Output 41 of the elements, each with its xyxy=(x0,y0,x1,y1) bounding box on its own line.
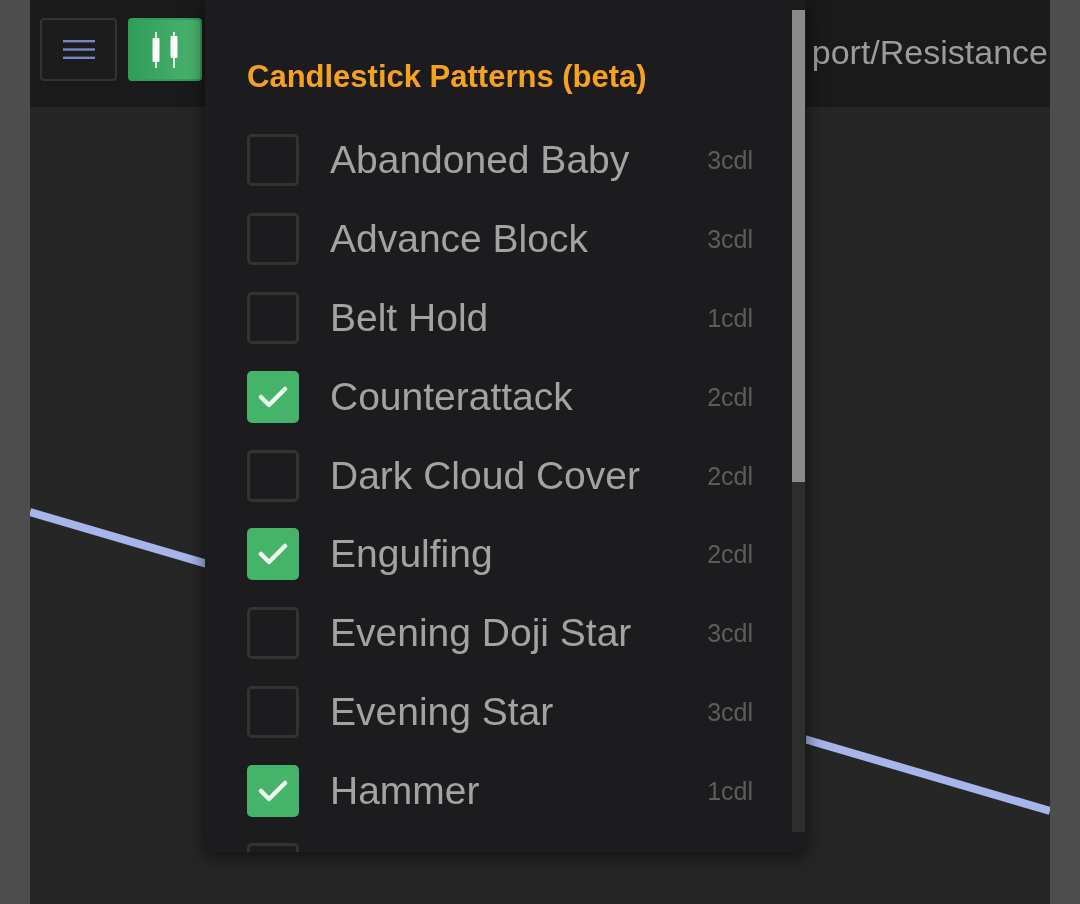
pattern-name: Counterattack xyxy=(330,373,573,420)
candle-count: 1cdl xyxy=(707,303,753,333)
check-icon xyxy=(258,384,288,409)
menu-button[interactable] xyxy=(40,18,117,81)
pattern-item[interactable]: Hammer 1cdl xyxy=(247,751,753,831)
pattern-name: Dark Cloud Cover xyxy=(330,452,640,499)
candle-count: 3cdl xyxy=(707,696,753,727)
candlestick-icon xyxy=(152,31,178,68)
toolbar-label: port/Resistance xyxy=(811,32,1048,72)
checkbox[interactable] xyxy=(247,528,299,581)
scrollbar-thumb[interactable] xyxy=(792,10,805,482)
pattern-item[interactable]: Evening Doji Star 3cdl xyxy=(247,593,753,673)
pattern-name: Belt Hold xyxy=(330,295,489,341)
candle-count: 1cdl xyxy=(707,775,753,806)
candle-count: 2cdl xyxy=(707,539,753,570)
candle-count: 3cdl xyxy=(707,224,753,255)
pattern-item[interactable]: Evening Star 3cdl xyxy=(247,672,753,752)
check-icon xyxy=(258,778,288,803)
menu-title: Candlestick Patterns (beta) xyxy=(247,58,647,96)
candle-count: 3cdl xyxy=(707,618,753,649)
checkbox[interactable] xyxy=(247,764,299,817)
checkbox[interactable] xyxy=(247,370,299,423)
checkbox[interactable] xyxy=(247,843,299,852)
candle-count: 3cdl xyxy=(707,145,753,176)
pattern-item[interactable]: Counterattack 2cdl xyxy=(247,357,753,437)
pattern-item[interactable]: Abandoned Baby 3cdl xyxy=(247,121,753,200)
pattern-item[interactable]: Engulfing 2cdl xyxy=(247,515,753,594)
pattern-item[interactable]: Advance Block 3cdl xyxy=(247,199,753,279)
check-icon xyxy=(258,542,288,567)
pattern-name: Evening Star xyxy=(330,688,554,735)
pattern-item[interactable]: Dark Cloud Cover 2cdl xyxy=(247,436,753,515)
candle-count: 2cdl xyxy=(707,460,753,491)
pattern-name: Advance Block xyxy=(330,216,588,263)
pattern-name: Hammer xyxy=(330,767,480,814)
menu-icon xyxy=(62,40,95,59)
candle-count: 2cdl xyxy=(707,381,753,412)
pattern-name: Abandoned Baby xyxy=(330,137,630,184)
pattern-name: Evening Doji Star xyxy=(330,610,632,657)
candlestick-button[interactable] xyxy=(128,18,202,81)
pattern-item[interactable]: Belt Hold 1cdl xyxy=(247,278,753,358)
pattern-name: Engulfing xyxy=(330,531,493,578)
